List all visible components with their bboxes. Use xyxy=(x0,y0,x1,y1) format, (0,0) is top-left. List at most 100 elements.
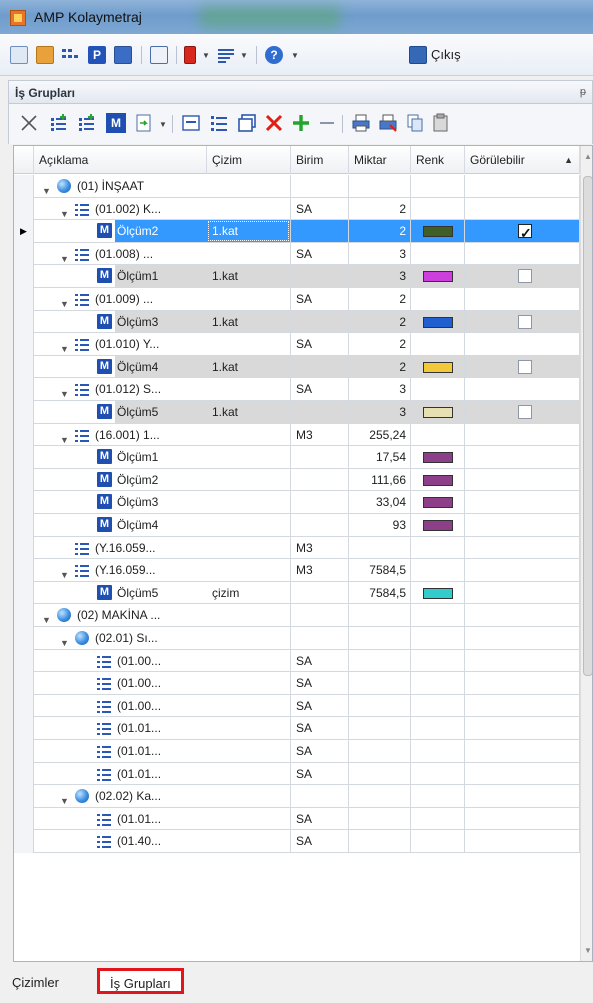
table-row[interactable]: (Y.16.059... M3 xyxy=(14,536,580,560)
cell-gorulebilir[interactable] xyxy=(465,740,580,763)
row-indicator[interactable] xyxy=(14,265,34,288)
vertical-scrollbar[interactable]: ▲ ▼ xyxy=(580,146,592,961)
cell-renk[interactable] xyxy=(411,762,465,786)
cell-gorulebilir[interactable] xyxy=(465,310,580,334)
cell-miktar[interactable]: 2 xyxy=(349,220,411,243)
cell-renk[interactable] xyxy=(411,581,465,605)
table-row[interactable]: ▼ (16.001) 1... M3 255,24 xyxy=(14,423,580,447)
cell-aciklama[interactable]: ▼ (01.010) Y... xyxy=(34,333,207,356)
cell-miktar[interactable] xyxy=(349,536,411,560)
cell-cizim[interactable]: çizim xyxy=(207,581,291,605)
cell-miktar[interactable] xyxy=(349,740,411,763)
add-subgroup-icon[interactable] xyxy=(77,113,97,133)
minus-icon[interactable] xyxy=(317,113,337,133)
cell-miktar[interactable]: 2 xyxy=(349,333,411,356)
cell-renk[interactable] xyxy=(411,423,465,447)
cell-renk[interactable] xyxy=(411,355,465,379)
chevron-down-icon[interactable]: ▼ xyxy=(159,120,167,129)
cell-cizim[interactable]: 1.kat xyxy=(207,265,291,288)
cell-miktar[interactable]: 3 xyxy=(349,242,411,266)
row-indicator[interactable] xyxy=(14,288,34,311)
row-indicator[interactable] xyxy=(14,310,34,334)
cell-birim[interactable] xyxy=(291,604,349,627)
cell-aciklama[interactable]: M Ölçüm5 xyxy=(34,401,207,424)
cell-miktar[interactable]: 7584,5 xyxy=(349,559,411,582)
delete-icon[interactable] xyxy=(264,113,284,133)
cell-gorulebilir[interactable] xyxy=(465,423,580,447)
cell-aciklama[interactable]: ▼ (02.02) Ka... xyxy=(34,785,207,808)
cell-cizim[interactable] xyxy=(207,491,291,514)
row-indicator[interactable] xyxy=(14,514,34,537)
cell-renk[interactable] xyxy=(411,265,465,288)
cell-gorulebilir[interactable] xyxy=(465,785,580,808)
cell-miktar[interactable] xyxy=(349,785,411,808)
table-row[interactable]: M Ölçüm4 93 xyxy=(14,514,580,537)
cell-gorulebilir[interactable] xyxy=(465,672,580,695)
row-indicator[interactable]: ▶ xyxy=(14,220,34,243)
column-header-cizim[interactable]: Çizim xyxy=(207,146,291,174)
expand-collapse-icon[interactable]: ▼ xyxy=(60,429,69,446)
cell-gorulebilir[interactable] xyxy=(465,378,580,401)
color-swatch[interactable] xyxy=(423,587,453,599)
cell-miktar[interactable]: 33,04 xyxy=(349,491,411,514)
close-x-icon[interactable] xyxy=(19,113,39,133)
cell-gorulebilir[interactable] xyxy=(465,559,580,582)
cell-gorulebilir[interactable] xyxy=(465,355,580,379)
expand-collapse-icon[interactable]: ▼ xyxy=(60,790,69,807)
cell-renk[interactable] xyxy=(411,468,465,492)
cell-aciklama[interactable]: ▼ (01.009) ... xyxy=(34,288,207,311)
cell-birim[interactable]: SA xyxy=(291,672,349,695)
cell-birim[interactable]: SA xyxy=(291,694,349,718)
add-group-icon[interactable] xyxy=(49,113,69,133)
cell-cizim[interactable] xyxy=(207,627,291,650)
cell-cizim[interactable] xyxy=(207,378,291,401)
color-swatch[interactable] xyxy=(423,452,453,464)
cell-birim[interactable]: M3 xyxy=(291,423,349,447)
cell-aciklama[interactable]: M Ölçüm5 xyxy=(34,582,207,605)
row-indicator[interactable] xyxy=(14,830,34,853)
cell-aciklama[interactable]: (01.01... xyxy=(34,717,207,740)
column-header-birim[interactable]: Birim xyxy=(291,146,349,174)
cell-cizim[interactable] xyxy=(207,785,291,808)
chevron-down-icon[interactable]: ▼ xyxy=(240,51,248,60)
book-icon[interactable] xyxy=(184,46,196,64)
row-indicator[interactable] xyxy=(14,694,34,718)
cell-birim[interactable]: SA xyxy=(291,333,349,356)
cell-miktar[interactable] xyxy=(349,649,411,673)
color-swatch[interactable] xyxy=(423,407,453,418)
cell-cizim[interactable] xyxy=(207,536,291,560)
open-file-icon[interactable] xyxy=(10,46,28,64)
cell-miktar[interactable]: 17,54 xyxy=(349,446,411,469)
cell-cizim[interactable] xyxy=(207,559,291,582)
cell-gorulebilir[interactable] xyxy=(465,288,580,311)
cell-cizim[interactable] xyxy=(207,807,291,831)
cell-birim[interactable]: SA xyxy=(291,649,349,673)
cell-cizim[interactable] xyxy=(207,740,291,763)
cell-birim[interactable] xyxy=(291,491,349,514)
cell-gorulebilir[interactable] xyxy=(465,491,580,514)
row-indicator[interactable] xyxy=(14,672,34,695)
expand-collapse-icon[interactable]: ▼ xyxy=(60,383,69,400)
cell-birim[interactable]: SA xyxy=(291,378,349,401)
cell-cizim[interactable] xyxy=(207,649,291,673)
window-icon[interactable] xyxy=(150,46,168,64)
cell-renk[interactable] xyxy=(411,333,465,356)
copy-icon[interactable] xyxy=(405,113,425,133)
expand-collapse-icon[interactable]: ▼ xyxy=(42,609,51,626)
cell-miktar[interactable]: 2 xyxy=(349,288,411,311)
cell-renk[interactable] xyxy=(411,446,465,469)
cell-cizim[interactable] xyxy=(207,694,291,718)
cell-renk[interactable] xyxy=(411,401,465,424)
visible-checkbox[interactable] xyxy=(518,269,532,284)
cell-cizim[interactable]: 1.kat xyxy=(207,220,291,243)
cell-birim[interactable] xyxy=(291,581,349,605)
cell-aciklama[interactable]: (Y.16.059... xyxy=(34,537,207,560)
cell-miktar[interactable] xyxy=(349,807,411,831)
cell-aciklama[interactable]: (01.40... xyxy=(34,830,207,853)
table-row[interactable]: ▶ M Ölçüm2 1.kat 2 xyxy=(14,220,580,243)
cell-gorulebilir[interactable] xyxy=(465,694,580,718)
cell-gorulebilir[interactable] xyxy=(465,446,580,469)
table-row[interactable]: M Ölçüm5 1.kat 3 xyxy=(14,401,580,424)
table-row[interactable]: ▼ (02.01) Sı... xyxy=(14,627,580,650)
cell-renk[interactable] xyxy=(411,288,465,311)
